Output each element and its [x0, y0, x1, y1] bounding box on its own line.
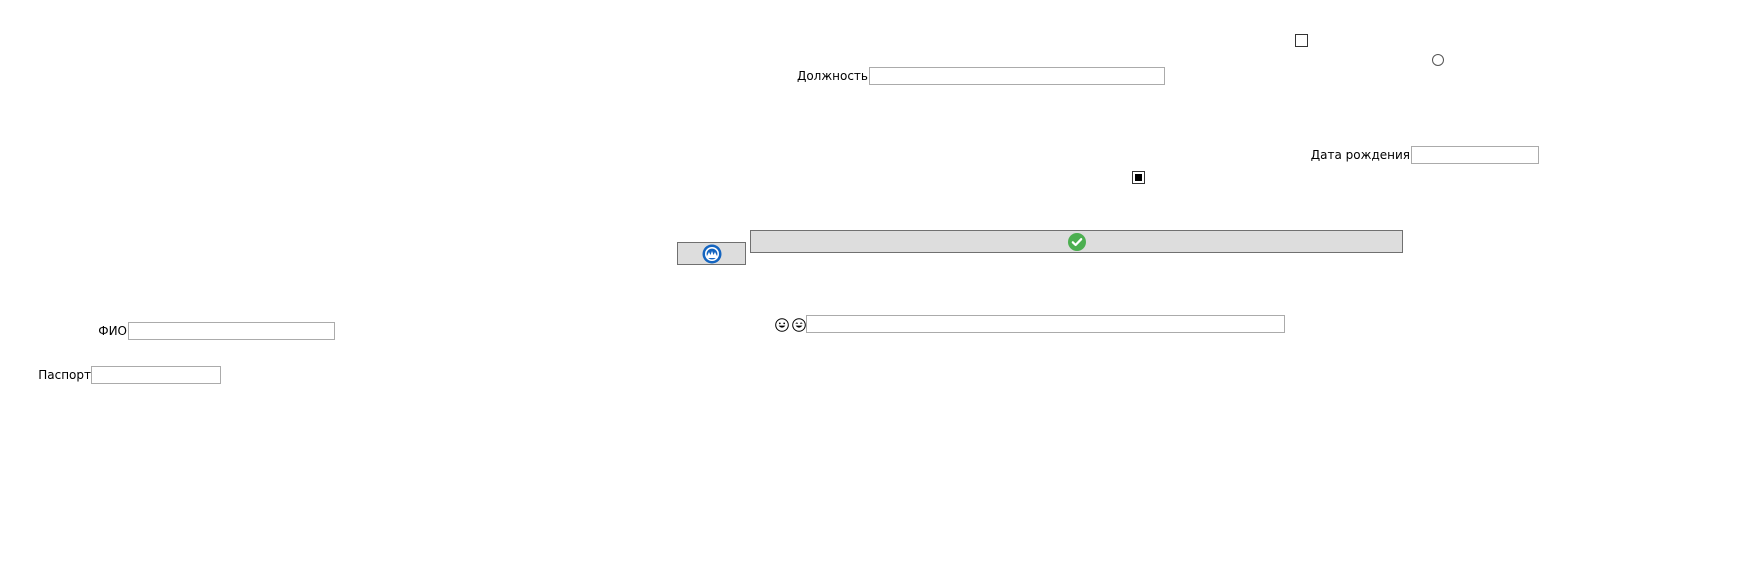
- bottom-input[interactable]: [806, 315, 1285, 333]
- checkbox-indeterminate[interactable]: [1132, 171, 1145, 184]
- fio-label: ФИО: [98, 324, 127, 338]
- passport-input[interactable]: [91, 366, 221, 384]
- checkbox-top[interactable]: [1295, 34, 1308, 47]
- birthdate-label: Дата рождения: [1310, 148, 1410, 162]
- logo-button[interactable]: [677, 242, 746, 265]
- blue-round-logo-icon: [702, 244, 721, 263]
- birthdate-input[interactable]: [1411, 146, 1539, 164]
- fio-input[interactable]: [128, 322, 335, 340]
- confirm-button[interactable]: [750, 230, 1403, 253]
- grinning-face-icon: [775, 318, 789, 332]
- position-input[interactable]: [869, 67, 1165, 85]
- passport-label: Паспорт: [38, 368, 91, 382]
- radio-button[interactable]: [1432, 54, 1444, 66]
- green-check-icon: [1067, 232, 1086, 251]
- grinning-face-icon: [792, 318, 806, 332]
- position-label: Должность: [796, 69, 868, 83]
